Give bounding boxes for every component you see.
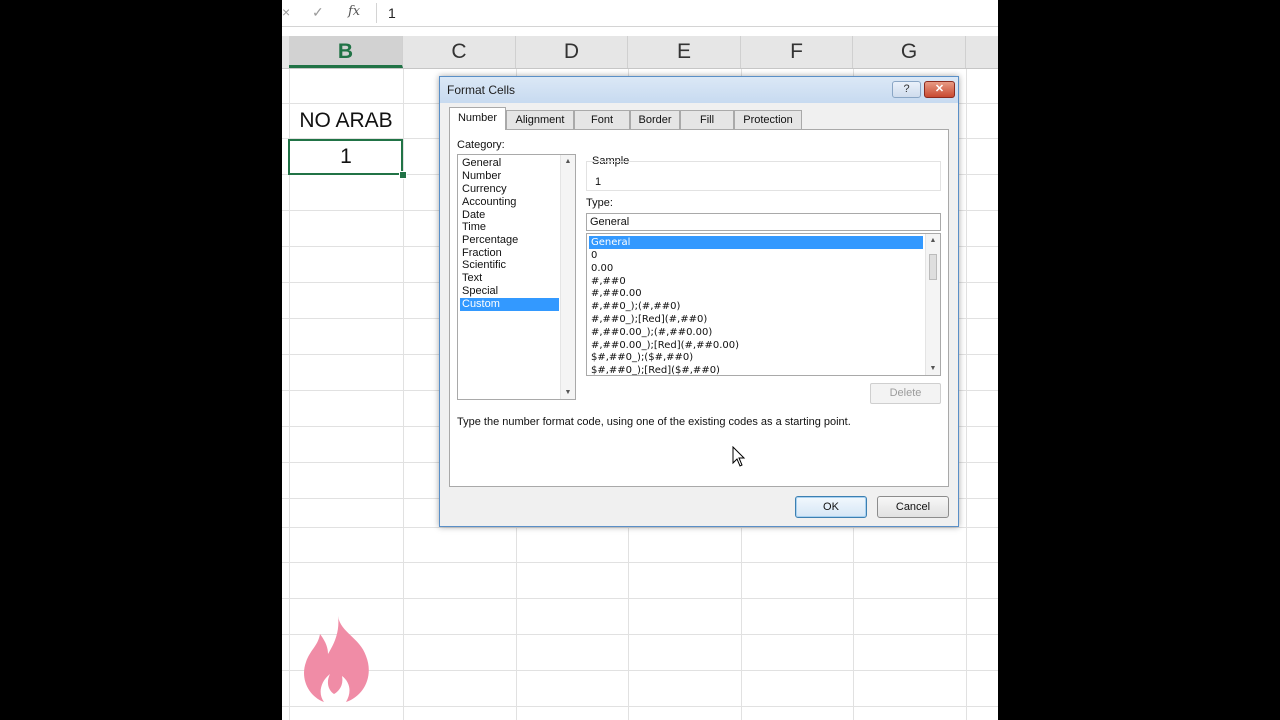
tab-fill[interactable]: Fill bbox=[680, 110, 734, 129]
type-option[interactable]: #,##0_);[Red](#,##0) bbox=[589, 313, 923, 326]
category-label: Category: bbox=[457, 139, 505, 151]
formula-bar: × ✓ fx 1 bbox=[282, 0, 998, 27]
column-header-f[interactable]: F bbox=[741, 36, 853, 68]
formula-input[interactable]: 1 bbox=[388, 5, 396, 21]
fill-handle[interactable] bbox=[399, 171, 407, 179]
gridline bbox=[282, 527, 998, 528]
type-option[interactable]: 0.00 bbox=[589, 262, 923, 275]
cell-b2[interactable]: NO ARAB bbox=[289, 109, 403, 133]
category-item-general[interactable]: General bbox=[460, 157, 559, 170]
format-cells-dialog: Format Cells ? ✕ Number Alignment Font B… bbox=[439, 76, 959, 527]
formula-bar-divider bbox=[376, 3, 377, 23]
category-item-text[interactable]: Text bbox=[460, 272, 559, 285]
column-header-c[interactable]: C bbox=[403, 36, 516, 68]
delete-button[interactable]: Delete bbox=[870, 383, 941, 404]
column-header-b[interactable]: B bbox=[289, 36, 403, 68]
scroll-up-arrow-icon[interactable]: ▲ bbox=[926, 237, 940, 244]
gridline bbox=[282, 706, 998, 707]
category-item-currency[interactable]: Currency bbox=[460, 183, 559, 196]
help-button[interactable]: ? bbox=[892, 81, 921, 98]
tab-border[interactable]: Border bbox=[630, 110, 680, 129]
type-option[interactable]: #,##0.00 bbox=[589, 287, 923, 300]
scroll-thumb[interactable] bbox=[929, 254, 937, 280]
cell-b3[interactable]: 1 bbox=[289, 145, 403, 169]
gridline bbox=[282, 670, 998, 671]
type-option[interactable]: #,##0_);(#,##0) bbox=[589, 300, 923, 313]
scroll-down-arrow-icon[interactable]: ▼ bbox=[561, 389, 575, 396]
scroll-up-arrow-icon[interactable]: ▲ bbox=[561, 158, 575, 165]
type-list[interactable]: General 0 0.00 #,##0 #,##0.00 #,##0_);(#… bbox=[586, 233, 941, 376]
cancel-entry-icon[interactable]: × bbox=[282, 4, 290, 20]
category-item-scientific[interactable]: Scientific bbox=[460, 259, 559, 272]
tab-number[interactable]: Number bbox=[449, 107, 506, 130]
column-headers: B C D E F G bbox=[282, 36, 998, 69]
type-option[interactable]: #,##0.00_);(#,##0.00) bbox=[589, 326, 923, 339]
gridline bbox=[966, 69, 967, 720]
format-hint-text: Type the number format code, using one o… bbox=[457, 416, 851, 428]
scroll-down-arrow-icon[interactable]: ▼ bbox=[926, 365, 940, 372]
tab-protection[interactable]: Protection bbox=[734, 110, 802, 129]
cancel-button[interactable]: Cancel bbox=[877, 496, 949, 518]
category-item-percentage[interactable]: Percentage bbox=[460, 234, 559, 247]
column-header-d[interactable]: D bbox=[516, 36, 628, 68]
sample-box: 1 bbox=[586, 161, 941, 191]
tab-alignment[interactable]: Alignment bbox=[506, 110, 574, 129]
type-option[interactable]: 0 bbox=[589, 249, 923, 262]
column-header-e[interactable]: E bbox=[628, 36, 741, 68]
type-option[interactable]: $#,##0_);[Red]($#,##0) bbox=[589, 364, 923, 375]
category-item-special[interactable]: Special bbox=[460, 285, 559, 298]
dialog-title-bar[interactable]: Format Cells ? ✕ bbox=[440, 77, 958, 103]
gridline bbox=[282, 598, 998, 599]
tab-font[interactable]: Font bbox=[574, 110, 630, 129]
gridline bbox=[282, 562, 998, 563]
type-label: Type: bbox=[586, 197, 613, 209]
gridline bbox=[403, 69, 404, 720]
type-option[interactable]: $#,##0_);($#,##0) bbox=[589, 351, 923, 364]
category-scrollbar[interactable]: ▲ ▼ bbox=[560, 155, 575, 399]
flame-logo-icon bbox=[304, 616, 369, 702]
ok-button[interactable]: OK bbox=[795, 496, 867, 518]
category-item-number[interactable]: Number bbox=[460, 170, 559, 183]
category-list[interactable]: General Number Currency Accounting Date … bbox=[457, 154, 576, 400]
mouse-cursor-icon bbox=[732, 446, 746, 467]
column-header-g[interactable]: G bbox=[853, 36, 966, 68]
close-button[interactable]: ✕ bbox=[924, 81, 955, 98]
sample-value: 1 bbox=[595, 176, 602, 188]
dialog-title: Format Cells bbox=[447, 83, 516, 97]
insert-function-icon[interactable]: fx bbox=[348, 4, 360, 19]
category-item-time[interactable]: Time bbox=[460, 221, 559, 234]
category-item-custom[interactable]: Custom bbox=[460, 298, 559, 311]
enter-entry-icon[interactable]: ✓ bbox=[312, 4, 324, 21]
type-scrollbar[interactable]: ▲ ▼ bbox=[925, 234, 940, 375]
gridline bbox=[282, 634, 998, 635]
type-input[interactable]: General bbox=[586, 213, 941, 231]
number-tab-panel: Category: General Number Currency Accoun… bbox=[449, 129, 949, 487]
category-item-accounting[interactable]: Accounting bbox=[460, 196, 559, 209]
type-option[interactable]: General bbox=[589, 236, 923, 249]
